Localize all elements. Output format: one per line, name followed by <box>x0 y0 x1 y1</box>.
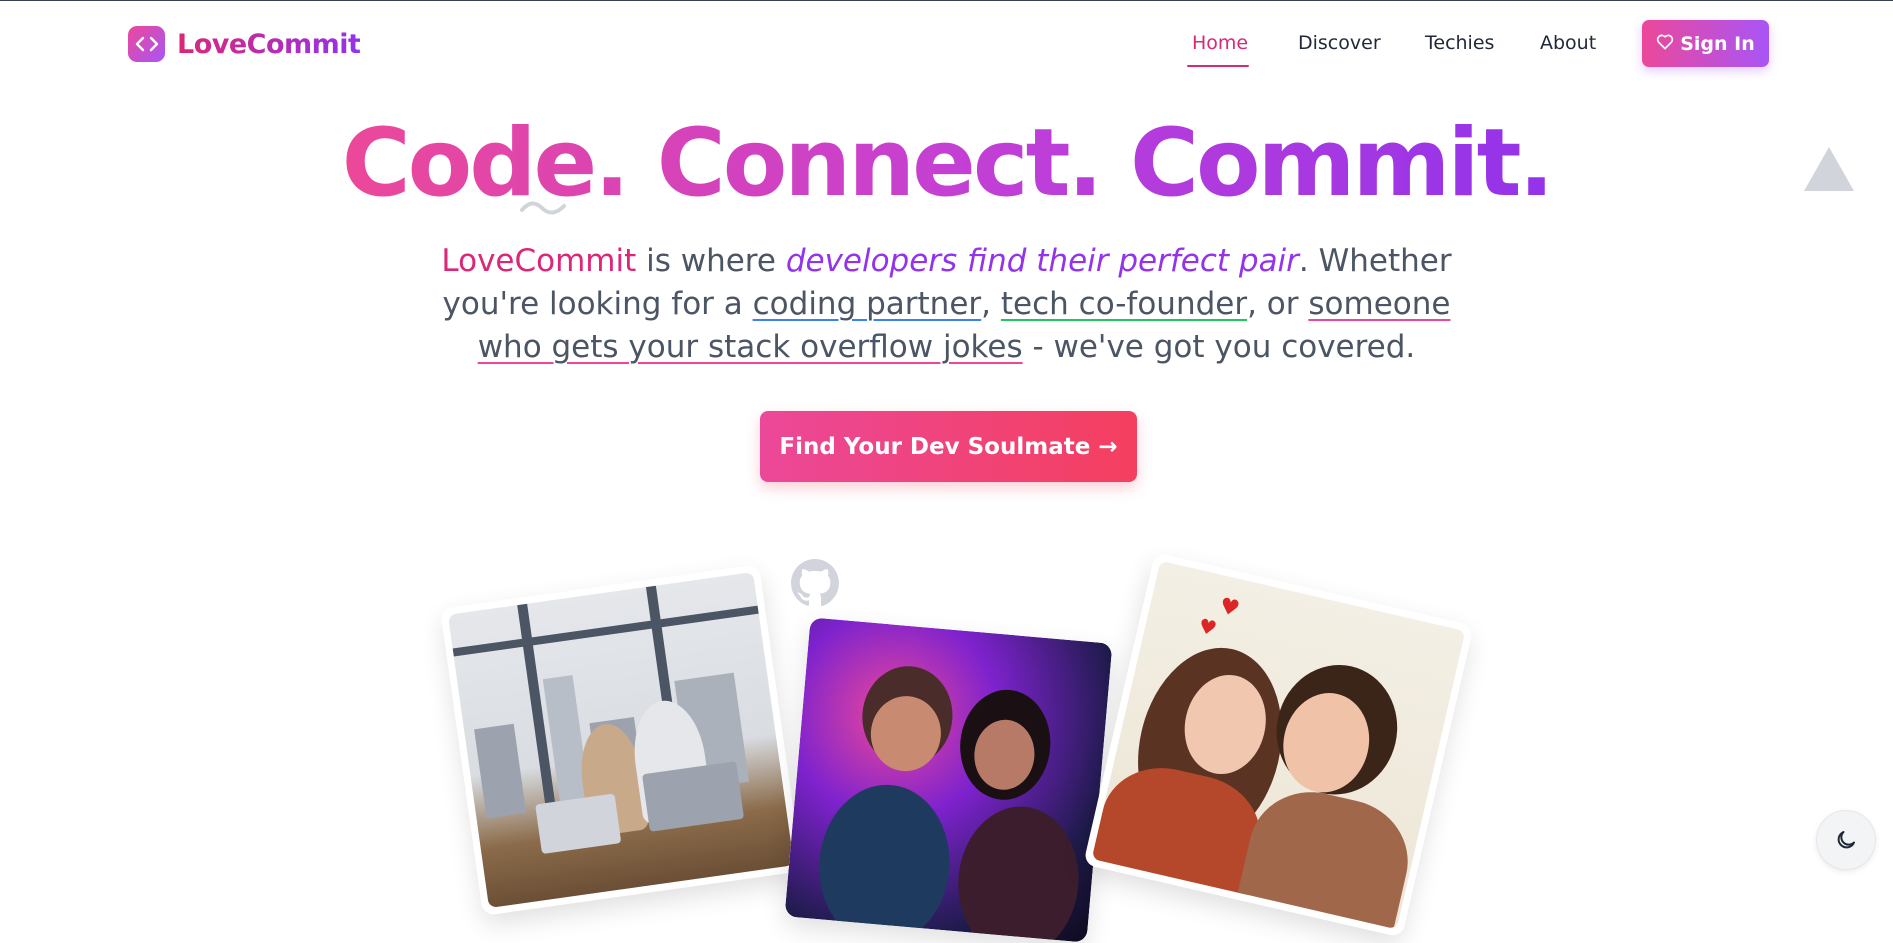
hero-description: LoveCommit is where developers find thei… <box>420 240 1473 369</box>
sign-in-label: Sign In <box>1680 32 1755 55</box>
code-brackets-icon <box>128 26 165 62</box>
desc-text: , or <box>1247 286 1309 322</box>
photo-card-neon <box>784 617 1113 943</box>
sign-in-button[interactable]: Sign In <box>1642 20 1769 67</box>
find-soulmate-button[interactable]: Find Your Dev Soulmate → <box>760 411 1137 482</box>
brand-name: LoveCommit <box>177 28 361 60</box>
heart-outline-icon <box>1656 33 1674 55</box>
photo-card-office <box>439 564 803 916</box>
desc-text: - we've got you covered. <box>1022 329 1416 365</box>
nav-active-indicator <box>1187 65 1249 67</box>
github-icon <box>791 559 839 607</box>
couple-kiss-illustration: ♥ ♥ <box>1091 560 1466 930</box>
nav-about[interactable]: About <box>1540 32 1596 54</box>
desc-tech-cofounder: tech co-founder <box>1000 286 1248 322</box>
squiggle-decoration <box>520 201 566 215</box>
heart-icon: ♥ <box>1196 613 1220 641</box>
desc-coding-partner: coding partner <box>752 286 982 322</box>
nav-discover[interactable]: Discover <box>1298 32 1381 54</box>
brand-logo[interactable]: LoveCommit <box>128 26 361 62</box>
desc-brand: LoveCommit <box>441 243 637 279</box>
moon-icon <box>1837 831 1855 849</box>
heart-icon: ♥ <box>1217 593 1242 623</box>
desc-text: is where <box>636 243 786 279</box>
hero-title: Code. Connect. Commit. <box>0 108 1893 220</box>
triangle-decoration <box>1804 147 1854 191</box>
desc-text: , <box>981 286 1001 322</box>
photo-card-illustration: ♥ ♥ <box>1083 552 1474 938</box>
top-border <box>0 0 1893 1</box>
couple-office-photo <box>447 572 795 908</box>
nav-home[interactable]: Home <box>1192 32 1248 54</box>
theme-toggle-button[interactable] <box>1816 810 1876 870</box>
neon-coders-photo <box>784 617 1113 943</box>
nav-techies[interactable]: Techies <box>1425 32 1494 54</box>
desc-accent: developers find their perfect pair <box>785 243 1299 279</box>
